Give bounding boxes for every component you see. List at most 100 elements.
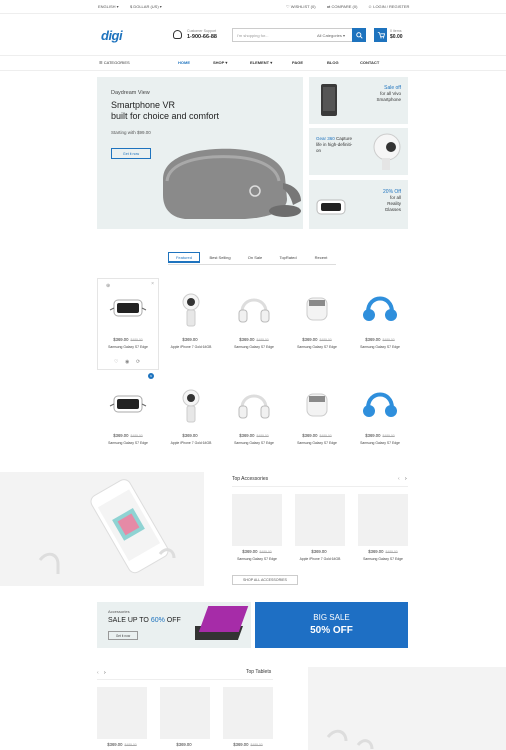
compare-action-icon[interactable]: ⟳ <box>136 359 140 365</box>
product-card-hover[interactable]: ⊕ × ♡ ◉ ⟳ <box>97 278 159 370</box>
product-name[interactable]: Samsung Galaxy S7 Edge <box>287 345 347 349</box>
vr-headset-icon[interactable] <box>108 384 148 424</box>
nav-shop[interactable]: SHOP ▾ <box>213 60 227 65</box>
accessory-thumbnail[interactable] <box>358 494 408 546</box>
accessory-price: $369.00 <box>311 549 327 554</box>
side-banner-2-line3: on <box>316 148 322 153</box>
product-price: $369.00 $489.00 <box>113 433 143 438</box>
product-name[interactable]: Samsung Galaxy S7 Edge <box>224 345 284 349</box>
categories-menu[interactable]: ☰ CATEGORIES <box>99 60 130 65</box>
promo-right-line2: 50% OFF <box>310 625 353 636</box>
product-name[interactable]: Samsung Galaxy S7 Edge <box>224 441 284 445</box>
headphones-icon[interactable] <box>234 384 274 424</box>
accessory-name[interactable]: Apple iPhone 7 Gold 64GB <box>290 557 350 561</box>
nav-contact[interactable]: CONTACT <box>360 60 379 65</box>
support-phone: 1-900-66-88 <box>187 34 217 40</box>
nav-page[interactable]: PAGE <box>292 60 303 65</box>
badge-icon: 9 <box>148 373 154 379</box>
currency-select[interactable]: $ DOLLAR (US) ▾ <box>130 4 162 9</box>
tab-best-selling[interactable]: Best Selling <box>202 252 238 263</box>
product-name[interactable]: Apple iPhone 7 Gold 64GB <box>161 345 221 349</box>
cart-count: 0 items <box>390 29 402 33</box>
headset-icon <box>173 30 182 39</box>
product-name[interactable]: Apple iPhone 7 Gold 64GB <box>161 441 221 445</box>
language-select[interactable]: ENGLISH ▾ <box>98 4 119 9</box>
close-icon[interactable]: × <box>151 281 154 287</box>
side-banner-3-line2: for all <box>389 195 401 200</box>
next-arrow[interactable]: › <box>405 476 407 482</box>
product-price: $369.00 <box>182 337 198 342</box>
promo-left-button[interactable]: Get it now <box>108 631 138 640</box>
heart-action-icon[interactable]: ♡ <box>114 359 118 365</box>
cart-button[interactable] <box>374 28 387 42</box>
tablets-prev-arrow[interactable]: ‹ <box>97 670 99 676</box>
hero-subtitle: Daydream View <box>111 90 150 96</box>
product-price: $369.00 $489.00 <box>365 433 395 438</box>
shop-all-accessories-button[interactable]: SHOP ALL ACCESSORIES <box>232 575 298 585</box>
accessory-price: $369.00 $489.00 <box>242 549 272 554</box>
tablet-thumbnail[interactable] <box>160 687 210 739</box>
hero-price: Starting with $99.00 <box>111 130 151 135</box>
accessory-thumbnail[interactable] <box>232 494 282 546</box>
tab-on-sale[interactable]: On Sale <box>240 252 270 263</box>
side-banner-vivo[interactable]: Sale off for all Vivo Smartphone <box>309 77 408 124</box>
tab-top-rated[interactable]: TopRated <box>272 252 304 263</box>
product-price: $369.00 $489.00 <box>302 433 332 438</box>
compare-link[interactable]: ⇄ COMPARE (0) <box>327 4 357 9</box>
accessory-thumbnail[interactable] <box>295 494 345 546</box>
hero-title-2: built for choice and comfort <box>111 111 220 121</box>
speaker-icon[interactable] <box>297 384 337 424</box>
wishlist-link[interactable]: ♡ WISHLIST (0) <box>286 4 316 9</box>
iphone-earbuds-image <box>38 479 176 574</box>
hero-button[interactable]: Get it now <box>111 148 151 159</box>
headphones-icon[interactable] <box>234 288 274 328</box>
gear-camera-icon[interactable] <box>171 288 211 328</box>
tablet-price: $369.00 $489.00 <box>233 742 263 747</box>
tab-recent[interactable]: Recent <box>306 252 336 263</box>
product-name[interactable]: Samsung Galaxy S7 Edge <box>98 441 158 445</box>
blue-headphones-icon[interactable] <box>360 288 400 328</box>
tablet-keyboard-image <box>195 606 249 640</box>
search-icon <box>355 31 363 39</box>
nav-blog[interactable]: BLOG <box>327 60 339 65</box>
nav-element[interactable]: ELEMENT ▾ <box>250 60 272 65</box>
menu-icon: ☰ <box>99 60 103 65</box>
tablet-thumbnail[interactable] <box>97 687 147 739</box>
product-price: $369.00 <box>182 433 198 438</box>
category-dropdown[interactable]: All Categories ▾ <box>317 33 345 38</box>
accessory-price: $369.00 $489.00 <box>368 549 398 554</box>
nav-home[interactable]: HOME <box>178 60 190 65</box>
tab-featured[interactable]: Featured <box>168 252 200 263</box>
side-banner-glasses[interactable]: 20% Off for all Reality Glasses <box>309 180 408 229</box>
promo-accessories[interactable]: Accessories SALE UP TO 60% OFF Get it no… <box>97 602 251 648</box>
product-name[interactable]: Samsung Galaxy S7 Edge <box>350 441 410 445</box>
product-name[interactable]: Samsung Galaxy S7 Edge <box>350 345 410 349</box>
promo-big-sale[interactable]: BIG SALE 50% OFF <box>255 602 408 648</box>
accessory-name[interactable]: Samsung Galaxy S7 Edge <box>227 557 287 561</box>
tablets-next-arrow[interactable]: › <box>104 670 106 676</box>
promo-right-line1: BIG SALE <box>313 613 350 622</box>
speaker-icon[interactable] <box>297 288 337 328</box>
search-button[interactable] <box>352 28 366 42</box>
tablet-price: $369.00 <box>176 742 192 747</box>
cart-small-icon[interactable]: ⊕ <box>106 283 110 289</box>
hero-banner[interactable]: Daydream View Smartphone VR built for ch… <box>97 77 303 229</box>
logo[interactable]: digi <box>101 28 123 43</box>
side-banner-gear360[interactable]: Gear 360 Capture life in high-definiti- … <box>309 128 408 175</box>
tablets-image <box>308 667 506 750</box>
promo-left-small: Accessories <box>108 609 130 614</box>
gear-camera-icon[interactable] <box>171 384 211 424</box>
eye-action-icon[interactable]: ◉ <box>125 359 129 365</box>
product-price: $369.00 $489.00 <box>365 337 395 342</box>
heart-icon: ♡ <box>286 4 290 9</box>
search-input[interactable]: I'm shopping for... <box>237 33 268 38</box>
blue-headphones-icon[interactable] <box>360 384 400 424</box>
accessory-name[interactable]: Samsung Galaxy S7 Edge <box>353 557 413 561</box>
hero-title-1: Smartphone VR <box>111 100 176 110</box>
tablet-thumbnail[interactable] <box>223 687 273 739</box>
tablets-title: Top Tablets <box>246 669 272 675</box>
login-link[interactable]: ☺ LOGIN / REGISTER <box>368 4 409 9</box>
product-name[interactable]: Samsung Galaxy S7 Edge <box>287 441 347 445</box>
prev-arrow[interactable]: ‹ <box>398 476 400 482</box>
product-price: $369.00 $489.00 <box>302 337 332 342</box>
